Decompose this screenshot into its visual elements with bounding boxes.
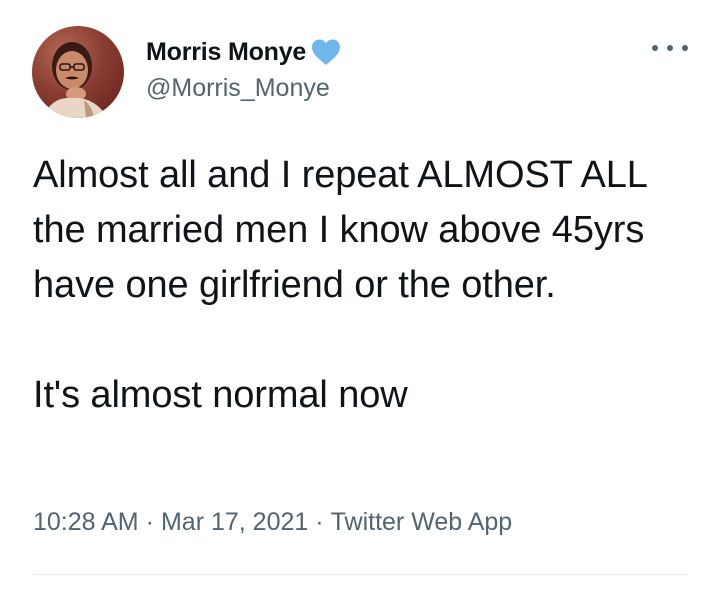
avatar-image: [42, 42, 108, 118]
display-name[interactable]: Morris Monye: [146, 38, 306, 67]
tweet-paragraph-1: Almost all and I repeat ALMOST ALL the m…: [33, 154, 647, 306]
author-name-row[interactable]: Morris Monye: [146, 36, 343, 68]
verified-heart-icon: [309, 37, 343, 67]
dot: [652, 45, 658, 51]
dot: [682, 45, 688, 51]
dot: [667, 45, 673, 51]
tweet-date[interactable]: Mar 17, 2021: [161, 508, 308, 536]
tweet-source[interactable]: Twitter Web App: [331, 508, 513, 536]
meta-separator: ·: [145, 508, 154, 536]
author-handle[interactable]: @Morris_Monye: [146, 74, 330, 103]
tweet-paragraph-2: It's almost normal now: [33, 374, 408, 416]
tweet: Morris Monye @Morris_Monye Almost all an…: [0, 0, 720, 590]
avatar[interactable]: [32, 26, 124, 118]
tweet-meta: 10:28 AM · Mar 17, 2021 · Twitter Web App: [33, 508, 512, 537]
tweet-time[interactable]: 10:28 AM: [33, 508, 139, 536]
tweet-text: Almost all and I repeat ALMOST ALL the m…: [33, 148, 703, 423]
meta-separator: ·: [315, 508, 324, 536]
divider: [33, 574, 688, 575]
more-horizontal-icon[interactable]: [652, 38, 688, 58]
